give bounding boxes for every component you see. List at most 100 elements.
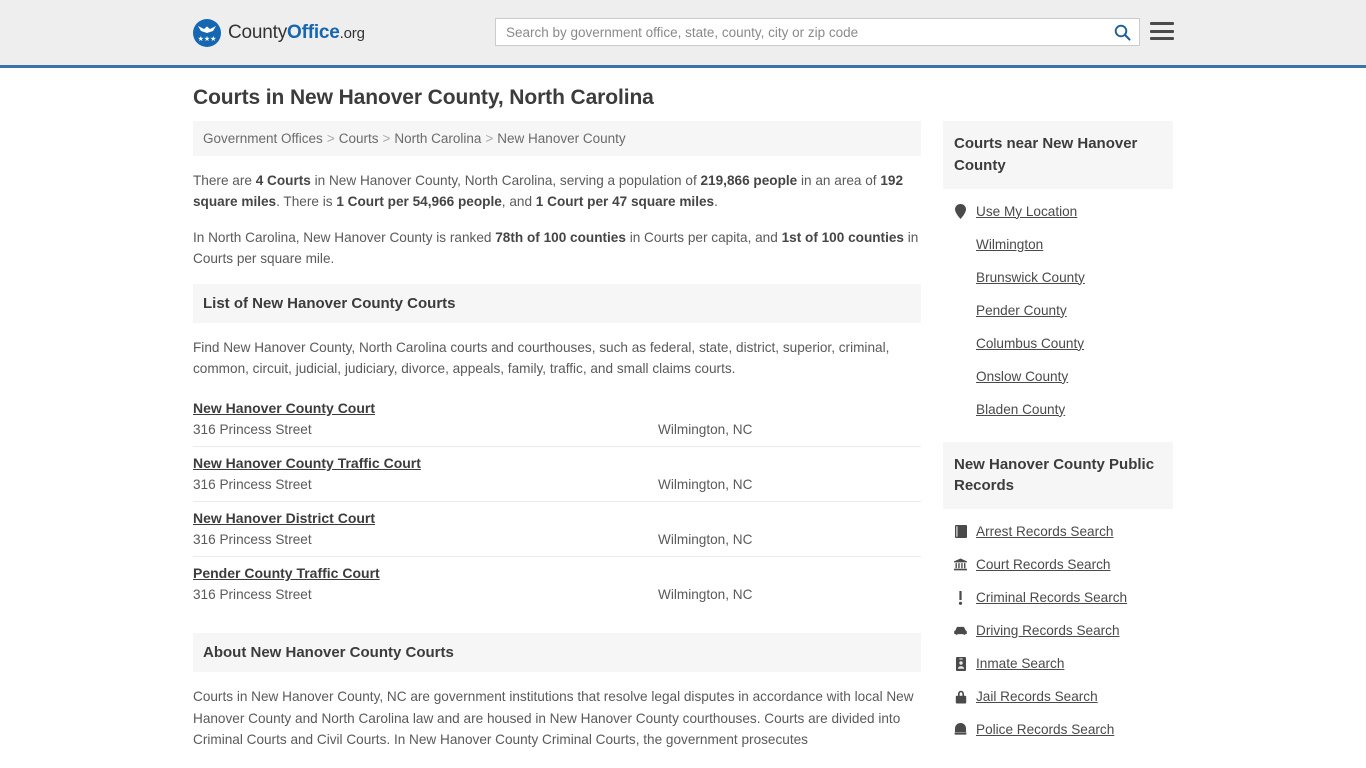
intro-text: , and (501, 194, 536, 210)
court-name-link[interactable]: New Hanover County Court (193, 400, 375, 416)
logo-stars: ★★★ (197, 35, 217, 43)
public-records-heading: New Hanover County Public Records (943, 441, 1173, 509)
courthouse-icon (954, 557, 967, 572)
about-paragraph: Courts in New Hanover County, NC are gov… (193, 688, 914, 748)
sidebar-link-label[interactable]: Use My Location (976, 204, 1077, 219)
breadcrumb: Government Offices > Courts > North Carolina… (193, 121, 921, 156)
book-icon (954, 524, 967, 539)
intro-text: In North Carolina, New Hanover County is… (193, 229, 496, 245)
nearby-courts-card: Courts near New Hanover County Use My Lo… (943, 121, 1173, 426)
list-section-description: Find New Hanover County, North Carolina … (193, 339, 890, 377)
sidebar-item-brunswick-county[interactable]: Brunswick County (943, 261, 1173, 294)
court-list: New Hanover County Court 316 Princess St… (193, 396, 921, 611)
sidebar-link-label[interactable]: Police Records Search (976, 722, 1114, 737)
sidebar-item-onslow-county[interactable]: Onslow County (943, 360, 1173, 393)
stat-population: 219,866 people (700, 173, 798, 188)
court-address: 316 Princess Street (193, 421, 312, 437)
sidebar-link-label[interactable]: Court Records Search (976, 557, 1110, 572)
court-detail-row: 316 Princess Street Wilmington, NC (193, 422, 921, 437)
list-item: New Hanover County Traffic Court 316 Pri… (193, 445, 921, 501)
public-records-card: New Hanover County Public Records Arrest… (943, 441, 1173, 747)
court-city: Wilmington, NC (658, 531, 753, 547)
sidebar-link-label[interactable]: Onslow County (976, 369, 1068, 384)
sidebar-item-use-my-location[interactable]: Use My Location (943, 195, 1173, 228)
sidebar-item-jail-records[interactable]: Jail Records Search (943, 680, 1173, 713)
sidebar-link-label[interactable]: Inmate Search (976, 656, 1064, 671)
stat-courts-per-area: 1 Court per 47 square miles (535, 194, 715, 210)
court-detail-row: 316 Princess Street Wilmington, NC (193, 587, 921, 602)
court-detail-row: 316 Princess Street Wilmington, NC (193, 477, 921, 492)
search-icon (1114, 24, 1131, 41)
lock-icon (954, 689, 967, 704)
intro-text: in an area of (797, 173, 881, 188)
sidebar-link-label[interactable]: Bladen County (976, 402, 1065, 417)
breadcrumb-item-government-offices[interactable]: Government Offices (203, 131, 323, 146)
page-container: Courts in New Hanover County, North Caro… (0, 86, 1366, 752)
search-input[interactable] (496, 19, 1105, 45)
court-address: 316 Princess Street (193, 586, 312, 602)
hamburger-bar (1150, 29, 1174, 33)
breadcrumb-separator: > (382, 131, 391, 146)
map-pin-icon (954, 203, 967, 219)
main-column: Government Offices > Courts > North Carolina… (193, 121, 921, 751)
sidebar-link-label[interactable]: Brunswick County (976, 270, 1085, 285)
sidebar-link-label[interactable]: Driving Records Search (976, 623, 1120, 638)
logo-text-office: Office (287, 21, 340, 43)
exclamation-icon (954, 590, 967, 605)
court-detail-row: 316 Princess Street Wilmington, NC (193, 532, 921, 547)
stat-court-count: 4 Courts (255, 173, 311, 188)
court-name-link[interactable]: Pender County Traffic Court (193, 565, 380, 581)
court-address: 316 Princess Street (193, 476, 312, 492)
breadcrumb-item-courts[interactable]: Courts (339, 131, 379, 146)
sidebar-item-driving-records[interactable]: Driving Records Search (943, 614, 1173, 647)
sidebar-item-criminal-records[interactable]: Criminal Records Search (943, 581, 1173, 614)
court-name-link[interactable]: New Hanover District Court (193, 510, 375, 526)
sidebar-item-court-records[interactable]: Court Records Search (943, 548, 1173, 581)
police-badge-icon (954, 722, 967, 737)
intro-paragraph-1: There are 4 Courts in New Hanover County… (193, 170, 921, 213)
id-card-icon (954, 656, 967, 671)
breadcrumb-item-north-carolina[interactable]: North Carolina (394, 131, 481, 146)
sidebar-link-label[interactable]: Wilmington (976, 237, 1043, 252)
sidebar-link-label[interactable]: Jail Records Search (976, 689, 1098, 704)
list-item: New Hanover District Court 316 Princess … (193, 500, 921, 556)
list-item: New Hanover County Court 316 Princess St… (193, 396, 921, 446)
sidebar-link-label[interactable]: Pender County (976, 303, 1067, 318)
hamburger-bar (1150, 22, 1174, 25)
site-header: ★★★ CountyOffice.org (0, 0, 1366, 68)
page-title: Courts in New Hanover County, North Caro… (193, 86, 654, 109)
stat-rank-per-capita: 78th of 100 counties (495, 229, 626, 245)
hamburger-bar (1150, 37, 1174, 40)
sidebar-link-label[interactable]: Columbus County (976, 336, 1084, 351)
sidebar-item-police-records[interactable]: Police Records Search (943, 713, 1173, 746)
list-item: Pender County Traffic Court 316 Princess… (193, 555, 921, 611)
hamburger-menu-icon[interactable] (1150, 20, 1174, 42)
court-address: 316 Princess Street (193, 531, 312, 547)
sidebar-item-pender-county[interactable]: Pender County (943, 294, 1173, 327)
public-records-list: Arrest Records Search Court Records Sear… (943, 509, 1173, 746)
intro-text: in Courts per capita, and (625, 229, 782, 245)
about-section-body: Courts in New Hanover County, NC are gov… (193, 686, 921, 751)
car-icon (954, 623, 967, 638)
sidebar: Courts near New Hanover County Use My Lo… (943, 121, 1173, 752)
sidebar-item-inmate-search[interactable]: Inmate Search (943, 647, 1173, 680)
intro-statistics: There are 4 Courts in New Hanover County… (193, 170, 921, 270)
sidebar-item-arrest-records[interactable]: Arrest Records Search (943, 515, 1173, 548)
list-section-body: Find New Hanover County, North Carolina … (193, 337, 921, 611)
about-section-heading: About New Hanover County Courts (193, 632, 921, 672)
breadcrumb-item-new-hanover-county[interactable]: New Hanover County (497, 131, 625, 146)
intro-text: There are (193, 173, 256, 188)
site-logo[interactable]: ★★★ CountyOffice.org (193, 18, 365, 47)
court-city: Wilmington, NC (658, 476, 753, 492)
intro-text: in New Hanover County, North Carolina, s… (310, 173, 701, 188)
sidebar-item-columbus-county[interactable]: Columbus County (943, 327, 1173, 360)
sidebar-item-bladen-county[interactable]: Bladen County (943, 393, 1173, 426)
content-row: Government Offices > Courts > North Carolina… (193, 121, 1173, 752)
sidebar-item-wilmington[interactable]: Wilmington (943, 228, 1173, 261)
court-name-link[interactable]: New Hanover County Traffic Court (193, 455, 421, 471)
sidebar-link-label[interactable]: Arrest Records Search (976, 524, 1114, 539)
nearby-courts-heading: Courts near New Hanover County (943, 121, 1173, 189)
eagle-logo-icon: ★★★ (193, 18, 221, 47)
sidebar-link-label[interactable]: Criminal Records Search (976, 590, 1127, 605)
search-button[interactable] (1105, 19, 1139, 45)
